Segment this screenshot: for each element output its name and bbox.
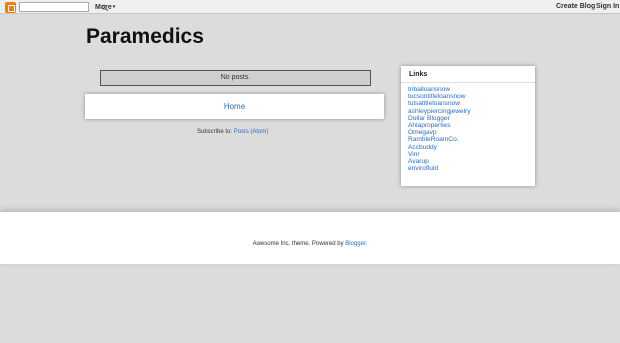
link-item[interactable]: Dollar Blogger [408,115,471,122]
no-posts-message: No posts. [100,70,371,86]
link-item[interactable]: tulsatitleloansnow [408,100,471,107]
links-widget-title: Links [409,71,428,78]
link-item[interactable]: Ahlaproperties [408,122,471,129]
home-link[interactable]: Home [224,102,245,111]
blogger-link[interactable]: Blogger [345,241,365,247]
link-item[interactable]: Omegavp [408,129,471,136]
more-menu-button[interactable]: More▾ [95,2,115,13]
footer: Awesome Inc. theme. Powered by Blogger. [0,212,620,264]
footer-attribution: Awesome Inc. theme. Powered by Blogger. [0,241,620,247]
link-item[interactable]: Avarup [408,158,471,165]
subscribe-label: Subscribe to: [197,129,234,135]
links-widget: Links triballoansnow tucsontitleloansnow… [401,66,535,186]
blogger-logo-icon[interactable] [5,2,16,13]
search-input[interactable] [19,2,109,12]
links-list: triballoansnow tucsontitleloansnow tulsa… [408,86,471,172]
link-item[interactable]: Accbuddy [408,144,471,151]
links-divider [401,82,535,83]
home-link-box: Home [85,94,384,119]
link-item[interactable]: envirofluid [408,165,471,172]
footer-theme-text: Awesome Inc. theme. Powered by [252,241,346,247]
link-item[interactable]: ashleypiercingjewelry [408,108,471,115]
blogger-navbar: More▾ Create Blog Sign In [0,0,620,14]
link-item[interactable]: tucsontitleloansnow [408,93,471,100]
sign-in-link[interactable]: Sign In [596,2,619,12]
footer-period: . [365,241,368,247]
page-title[interactable]: Paramedics [86,25,204,49]
subscribe-line: Subscribe to: Posts (Atom) [197,128,268,136]
posts-atom-link[interactable]: Posts (Atom) [234,129,269,135]
link-item[interactable]: triballoansnow [408,86,471,93]
create-blog-link[interactable]: Create Blog [556,2,595,12]
chevron-down-icon: ▾ [112,4,116,10]
link-item[interactable]: Vinr [408,151,471,158]
more-label: More [95,4,112,11]
link-item[interactable]: RambleRoamCo. [408,136,471,143]
